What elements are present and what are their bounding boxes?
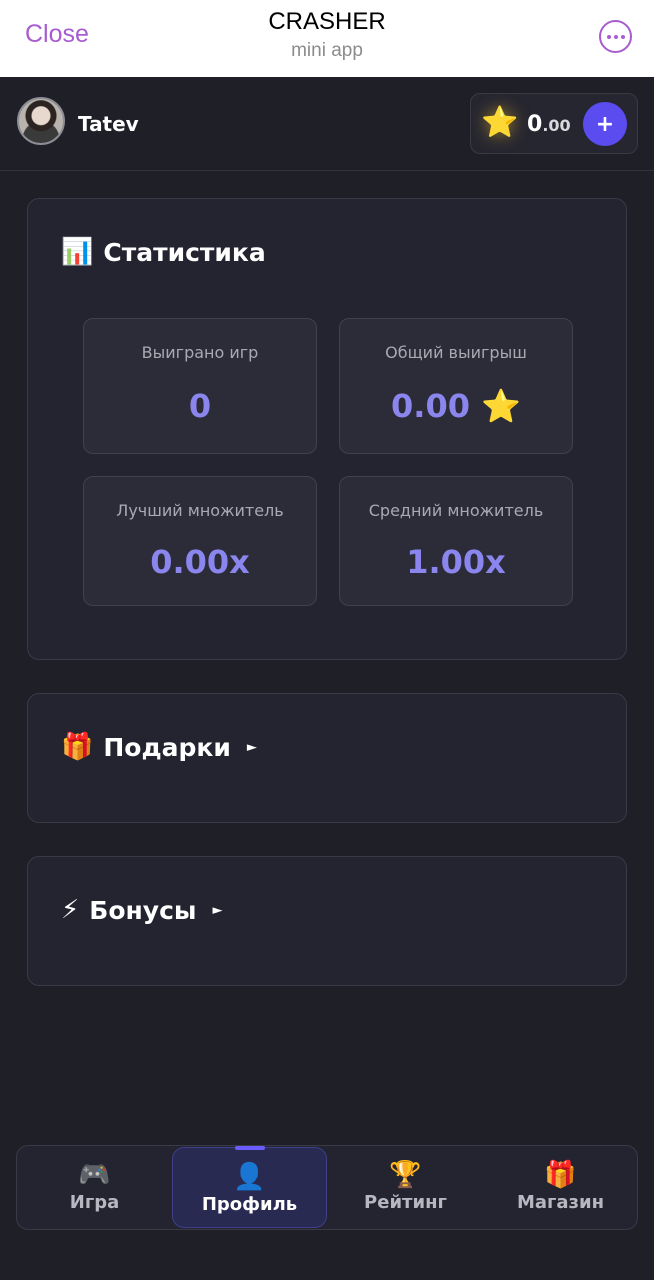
stat-games-won: Выиграно игр 0 [83, 318, 317, 454]
bottom-nav: 🎮 Игра 👤 Профиль 🏆 Рейтинг 🎁 Магазин [16, 1145, 638, 1230]
app-subtitle: mini app [291, 40, 363, 61]
bar-chart-icon: 📊 [61, 237, 94, 267]
statistics-card: 📊 Статистика Выиграно игр 0 Общий выигры… [27, 198, 627, 660]
nav-item-game[interactable]: 🎮 Игра [17, 1146, 172, 1229]
user-icon: 👤 [233, 1162, 266, 1192]
trophy-icon: 🏆 [389, 1160, 422, 1190]
stat-total-winnings: Общий выигрыш 0.00 ⭐ [339, 318, 573, 454]
username: Tatev [78, 112, 139, 136]
gifts-title: 🎁 Подарки ► [61, 732, 257, 762]
gamepad-icon: 🎮 [78, 1160, 111, 1190]
gift-icon: 🎁 [61, 732, 94, 762]
expand-arrow-icon: ► [246, 739, 257, 755]
active-indicator [235, 1146, 265, 1150]
avatar[interactable] [17, 97, 65, 145]
nav-item-rating[interactable]: 🏆 Рейтинг [328, 1146, 483, 1229]
nav-item-profile[interactable]: 👤 Профиль [172, 1146, 327, 1228]
bonuses-title: ⚡ Бонусы ► [61, 895, 223, 925]
stat-average-multiplier: Средний множитель 1.00x [339, 476, 573, 606]
telegram-header: Close CRASHER mini app [0, 0, 654, 77]
app-header: Tatev ⭐ 0.00 + [0, 77, 654, 171]
app-title: CRASHER [268, 8, 386, 35]
balance-value: 0.00 [527, 112, 571, 137]
lightning-icon: ⚡ [61, 895, 80, 925]
expand-arrow-icon: ► [212, 902, 223, 918]
nav-item-shop[interactable]: 🎁 Магазин [483, 1146, 638, 1229]
gifts-section[interactable]: 🎁 Подарки ► [27, 693, 627, 823]
stat-best-multiplier: Лучший множитель 0.00x [83, 476, 317, 606]
gift-icon: 🎁 [544, 1160, 577, 1190]
star-icon: ⭐ [481, 105, 519, 140]
balance-widget: ⭐ 0.00 + [470, 93, 638, 154]
add-balance-button[interactable]: + [583, 102, 627, 146]
statistics-title: 📊 Статистика [61, 237, 266, 267]
bonuses-section[interactable]: ⚡ Бонусы ► [27, 856, 627, 986]
ellipsis-circle-icon[interactable] [599, 20, 632, 53]
